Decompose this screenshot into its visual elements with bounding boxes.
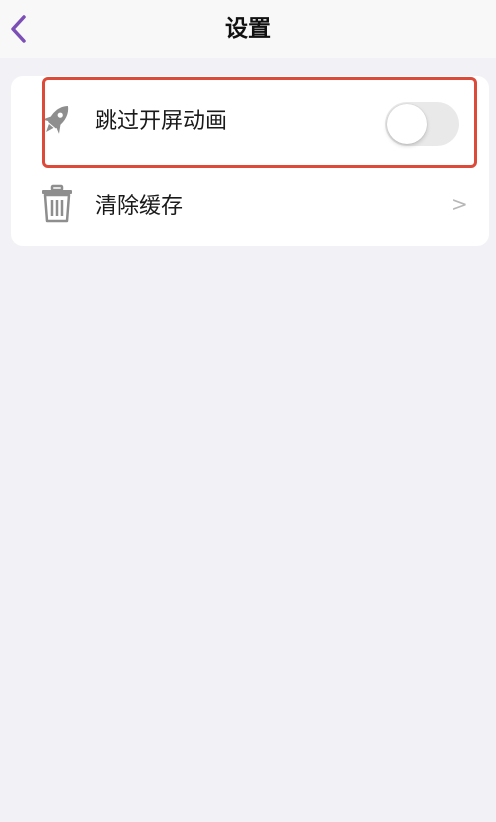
rocket-icon [37,99,77,139]
setting-label: 跳过开屏动画 [95,108,228,134]
toggle-knob [387,104,427,144]
page-title: 设置 [225,16,271,42]
setting-label: 清除缓存 [95,193,184,219]
setting-row-clear-cache[interactable]: 清除缓存 > [11,161,489,246]
skip-splash-toggle[interactable] [385,102,459,146]
trash-icon [37,184,77,224]
chevron-right-icon: > [451,191,468,216]
settings-card: 跳过开屏动画 清除缓存 > [11,76,489,246]
navigation-bar: 设置 [0,0,496,58]
setting-row-skip-splash: 跳过开屏动画 [11,76,489,161]
